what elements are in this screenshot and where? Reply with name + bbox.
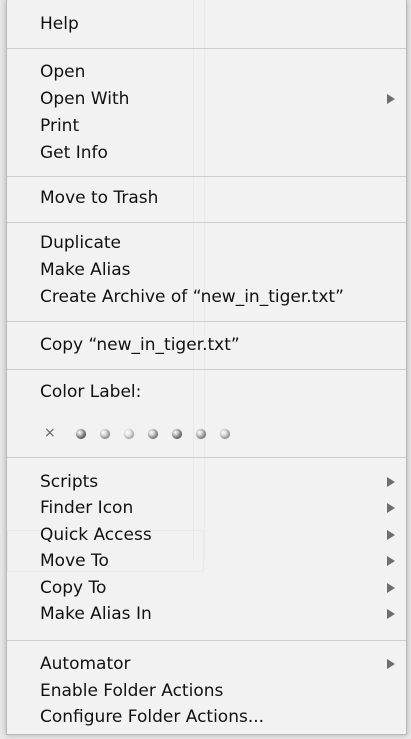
menu-item-label: Print [40, 116, 80, 136]
menu-item-finder-icon[interactable]: Finder Icon [40, 496, 406, 520]
menu-item-label: Quick Access [40, 525, 152, 545]
menu-item-make-alias[interactable]: Make Alias [40, 258, 406, 282]
menu-separator [7, 369, 406, 370]
menu-item-print[interactable]: Print [40, 114, 406, 138]
menu-item-help[interactable]: Help [40, 12, 406, 36]
menu-item-label: Configure Folder Actions... [40, 707, 265, 727]
menu-item-scripts[interactable]: Scripts [40, 470, 406, 494]
menu-item-label: Make Alias In [40, 604, 152, 624]
menu-separator [7, 321, 406, 322]
menu-item-label: Finder Icon [40, 498, 134, 518]
menu-item-configure-folder-actions[interactable]: Configure Folder Actions... [40, 705, 406, 729]
color-swatch[interactable] [100, 429, 110, 439]
menu-item-move-to-trash[interactable]: Move to Trash [40, 186, 406, 210]
no-color-icon[interactable]: × [44, 425, 56, 441]
menu-item-label: Move to Trash [40, 188, 159, 208]
menu-item-label: Make Alias [40, 260, 131, 280]
menu-item-duplicate[interactable]: Duplicate [40, 231, 406, 255]
menu-item-label: Automator [40, 654, 131, 674]
menu-item-open-with[interactable]: Open With [40, 87, 406, 111]
menu-item-label: Scripts [40, 472, 99, 492]
menu-separator [7, 48, 406, 49]
menu-item-label: Enable Folder Actions [40, 681, 224, 701]
submenu-arrow-icon [387, 530, 395, 540]
menu-item-copy[interactable]: Copy “new_in_tiger.txt” [40, 333, 406, 357]
submenu-arrow-icon [387, 503, 395, 513]
submenu-arrow-icon [387, 94, 395, 104]
menu-item-move-to[interactable]: Move To [40, 549, 406, 573]
menu-item-label: Open [40, 62, 86, 82]
menu-item-quick-access[interactable]: Quick Access [40, 523, 406, 547]
context-menu: Help Open Open With Print Get Info Move … [6, 0, 407, 735]
color-swatch[interactable] [220, 429, 230, 439]
menu-item-create-archive[interactable]: Create Archive of “new_in_tiger.txt” [40, 285, 406, 309]
color-label-title: Color Label: [40, 382, 142, 402]
menu-item-enable-folder-actions[interactable]: Enable Folder Actions [40, 679, 406, 703]
menu-item-label: Copy To [40, 578, 107, 598]
submenu-arrow-icon [387, 659, 395, 669]
menu-item-label: Copy “new_in_tiger.txt” [40, 335, 240, 355]
menu-item-get-info[interactable]: Get Info [40, 141, 406, 165]
menu-separator [7, 222, 406, 223]
color-swatch[interactable] [172, 429, 182, 439]
color-swatch[interactable] [148, 429, 158, 439]
menu-item-open[interactable]: Open [40, 60, 406, 84]
color-swatch[interactable] [76, 429, 86, 439]
menu-item-make-alias-in[interactable]: Make Alias In [40, 602, 406, 626]
submenu-arrow-icon [387, 556, 395, 566]
submenu-arrow-icon [387, 477, 395, 487]
menu-item-label: Create Archive of “new_in_tiger.txt” [40, 287, 344, 307]
submenu-arrow-icon [387, 583, 395, 593]
submenu-arrow-icon [387, 609, 395, 619]
menu-item-label: Open With [40, 89, 130, 109]
menu-item-label: Move To [40, 551, 109, 571]
menu-separator [7, 176, 406, 177]
color-swatch[interactable] [196, 429, 206, 439]
menu-item-label: Duplicate [40, 233, 121, 253]
menu-item-copy-to[interactable]: Copy To [40, 576, 406, 600]
menu-item-label: Help [40, 14, 79, 34]
color-label-heading: Color Label: [40, 380, 406, 404]
menu-item-label: Get Info [40, 143, 108, 163]
menu-item-automator[interactable]: Automator [40, 652, 406, 676]
menu-separator [7, 457, 406, 458]
menu-separator [7, 640, 406, 641]
color-swatch[interactable] [124, 429, 134, 439]
